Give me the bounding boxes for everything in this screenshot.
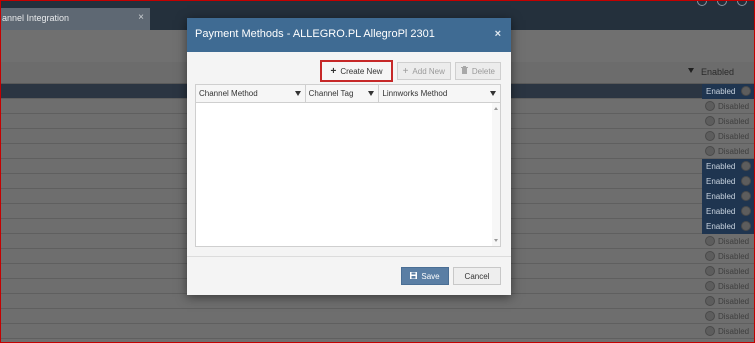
status-label: Disabled [718,252,750,261]
toggle-knob-icon [705,146,715,156]
status-toggle[interactable]: Disabled [702,129,755,144]
scroll-down-icon[interactable] [494,239,498,242]
status-toggle[interactable]: Enabled [702,189,755,204]
toggle-knob-icon [705,296,715,306]
status-toggle[interactable]: Disabled [702,144,755,159]
status-label: Disabled [718,312,750,321]
status-toggle[interactable]: Enabled [702,219,755,234]
plus-icon: + [402,65,409,77]
add-new-button[interactable]: + Add New [396,62,451,80]
cancel-label: Cancel [464,271,490,281]
status-label: Enabled [706,207,736,216]
user-icon[interactable] [697,0,707,6]
status-toggle[interactable]: Enabled [702,159,755,174]
toggle-knob-icon [741,191,751,201]
cancel-button[interactable]: Cancel [453,267,501,285]
status-label: Disabled [718,147,750,156]
toggle-knob-icon [705,281,715,291]
dialog-title: Payment Methods - ALLEGRO.PL AllegroPl 2… [195,28,435,40]
save-icon [410,271,418,281]
toggle-knob-icon [705,131,715,141]
dialog-toolbar: + Create New + Add New Delete [320,60,501,82]
filter-icon[interactable] [490,91,496,96]
status-toggle[interactable]: Disabled [702,234,755,249]
status-label: Disabled [718,297,750,306]
help-icon[interactable] [717,0,727,6]
scroll-up-icon[interactable] [494,107,498,110]
toggle-knob-icon [705,251,715,261]
status-toggle[interactable]: Disabled [702,264,755,279]
toggle-knob-icon [705,266,715,276]
delete-button[interactable]: Delete [454,62,501,80]
status-label: Disabled [718,327,750,336]
status-toggle[interactable]: Disabled [702,99,755,114]
status-toggle[interactable]: Disabled [702,114,755,129]
toggle-knob-icon [705,326,715,336]
toggle-knob-icon [741,86,751,96]
toggle-knob-icon [705,116,715,126]
toggle-knob-icon [705,311,715,321]
column-label: Channel Method [199,89,258,98]
status-toggle[interactable]: Disabled [702,309,755,324]
payment-methods-dialog: Payment Methods - ALLEGRO.PL AllegroPl 2… [187,18,511,295]
delete-label: Delete [471,66,495,76]
footer-divider [187,256,511,257]
status-toggle[interactable]: Disabled [702,249,755,264]
toggle-knob-icon [741,161,751,171]
table-row[interactable]: Disabled [0,324,755,339]
filter-icon[interactable] [368,91,375,96]
add-new-label: Add New [412,66,445,76]
column-channel-method[interactable]: Channel Method [196,85,306,102]
create-new-label: Create New [340,66,383,76]
save-button[interactable]: Save [401,267,449,285]
toggle-knob-icon [741,176,751,186]
status-label: Disabled [718,102,750,111]
status-toggle[interactable]: Enabled [702,84,755,99]
status-label: Disabled [718,237,750,246]
plus-icon: + [330,65,337,77]
column-label: Channel Tag [308,89,354,98]
toggle-knob-icon [741,221,751,231]
grid-header: Channel Method Channel Tag Linnworks Met… [196,85,500,103]
payment-methods-grid: Channel Method Channel Tag Linnworks Met… [195,84,501,247]
status-toggle[interactable]: Enabled [702,204,755,219]
status-toggle[interactable]: Enabled [702,174,755,189]
close-icon[interactable]: × [495,28,501,40]
dialog-header: Payment Methods - ALLEGRO.PL AllegroPl 2… [187,18,511,52]
enabled-column-header: Enabled [701,67,735,77]
status-toggle[interactable]: Disabled [702,279,755,294]
status-label: Enabled [706,162,736,171]
status-label: Enabled [706,192,736,201]
save-label: Save [421,271,440,281]
tab-channel-integration[interactable]: annel Integration × [0,8,150,31]
toggle-knob-icon [705,236,715,246]
toggle-knob-icon [741,206,751,216]
tab-label: annel Integration [2,13,70,23]
column-label: Linnworks Method [382,89,448,98]
status-label: Enabled [706,177,736,186]
menu-icon[interactable] [737,0,747,6]
status-toggle[interactable]: Disabled [702,324,755,339]
status-label: Enabled [706,87,736,96]
status-label: Disabled [718,132,750,141]
create-new-button[interactable]: + Create New [320,60,393,82]
filter-icon[interactable] [688,68,694,73]
column-linnworks-method[interactable]: Linnworks Method [379,85,500,102]
tab-close-icon[interactable]: × [138,12,144,23]
status-label: Disabled [718,282,750,291]
column-channel-tag[interactable]: Channel Tag [306,85,380,102]
status-toggle[interactable]: Disabled [702,294,755,309]
grid-scrollbar[interactable] [492,103,500,246]
table-row[interactable]: Disabled [0,294,755,309]
table-row[interactable]: Disabled [0,309,755,324]
status-label: Disabled [718,117,750,126]
filter-icon[interactable] [294,91,301,96]
status-label: Disabled [718,267,750,276]
trash-icon [460,66,468,76]
status-label: Enabled [706,222,736,231]
toggle-knob-icon [705,101,715,111]
top-icons [697,0,747,6]
